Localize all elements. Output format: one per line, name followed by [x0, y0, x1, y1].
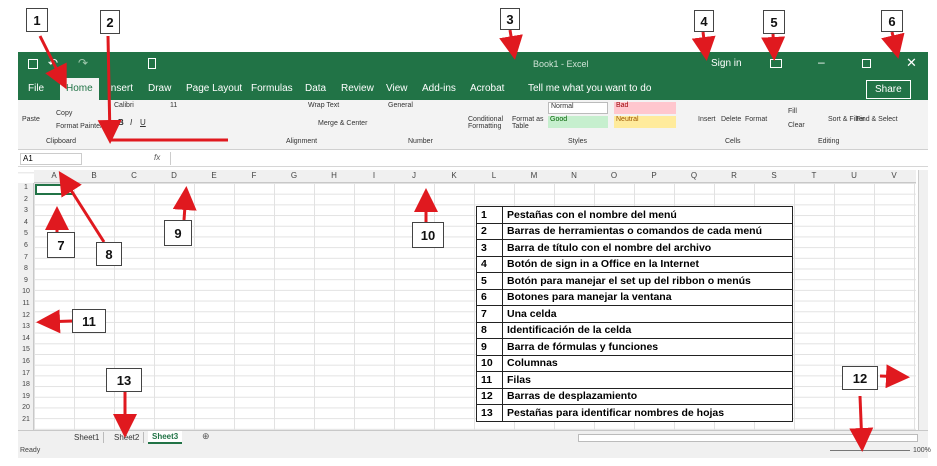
arrow-12a [879, 364, 910, 389]
callout-2: 2 [100, 10, 120, 34]
callout-3: 3 [500, 8, 520, 30]
callout-8: 8 [96, 242, 122, 266]
arrow-5 [761, 33, 786, 61]
callout-12: 12 [842, 366, 878, 390]
callout-10: 10 [412, 222, 444, 248]
arrow-9 [172, 186, 197, 221]
arrow-4 [691, 31, 716, 61]
callout-13: 13 [106, 368, 142, 392]
callout-1: 1 [26, 8, 48, 32]
callout-7: 7 [47, 232, 75, 258]
arrow-1 [38, 35, 67, 90]
arrow-3 [499, 29, 523, 60]
callout-9: 9 [164, 220, 192, 246]
callout-11: 11 [72, 309, 106, 333]
arrow-11 [36, 309, 73, 334]
annotation-arrows [36, 29, 910, 452]
callout-5: 5 [763, 10, 785, 34]
callout-6: 6 [881, 10, 903, 32]
arrow-12b [849, 395, 874, 452]
arrow-6 [881, 31, 905, 59]
callout-4: 4 [694, 10, 714, 32]
arrow-2 [97, 35, 122, 144]
